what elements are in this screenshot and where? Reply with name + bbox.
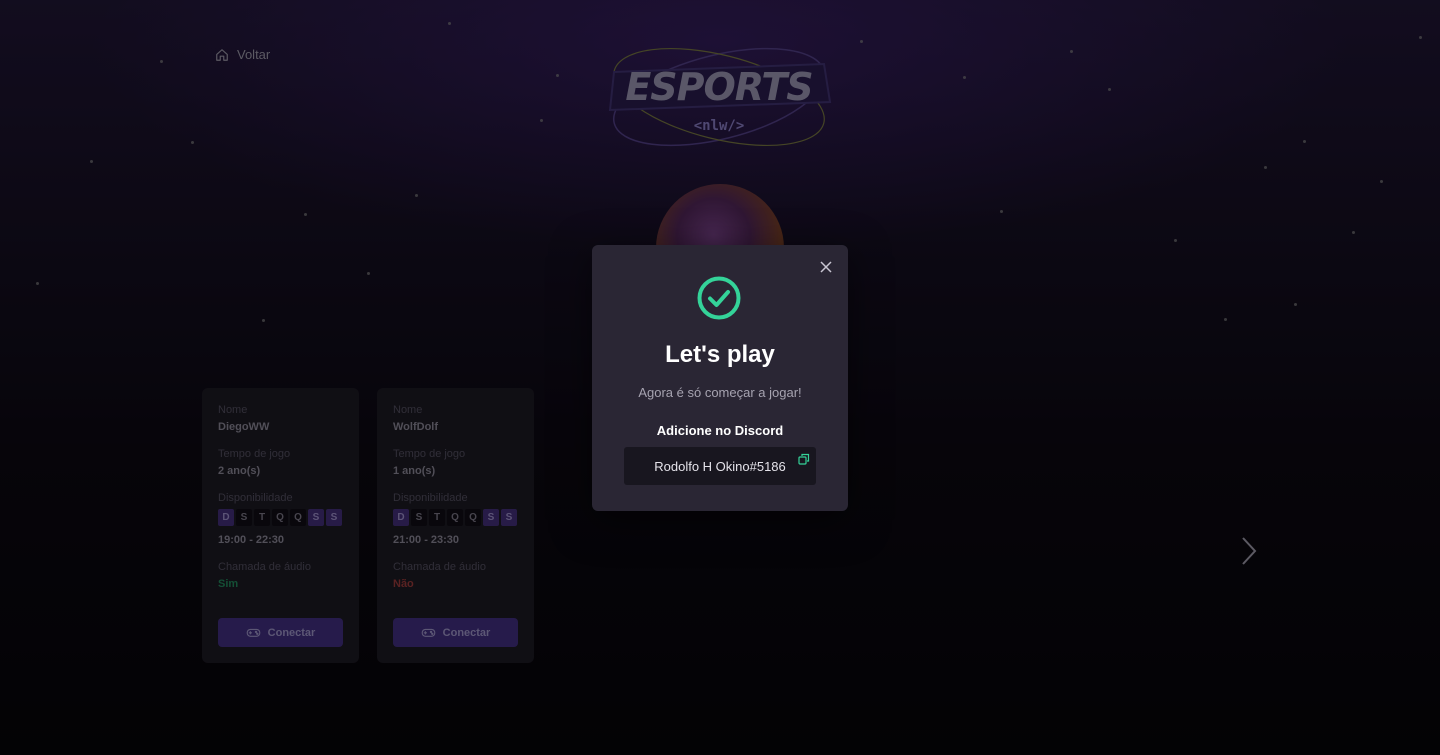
dialog-subtitle: Agora é só começar a jogar! xyxy=(638,385,802,400)
discord-label: Adicione no Discord xyxy=(656,423,784,438)
discord-username[interactable]: Rodolfo H Okino#5186 xyxy=(624,447,816,485)
close-icon[interactable] xyxy=(818,259,834,275)
connect-dialog: Let's play Agora é só começar a jogar! A… xyxy=(592,245,848,511)
check-circle-icon xyxy=(697,276,741,320)
dialog-title: Let's play xyxy=(665,341,775,368)
copy-icon[interactable] xyxy=(798,453,810,465)
discord-username-text: Rodolfo H Okino#5186 xyxy=(654,458,786,474)
